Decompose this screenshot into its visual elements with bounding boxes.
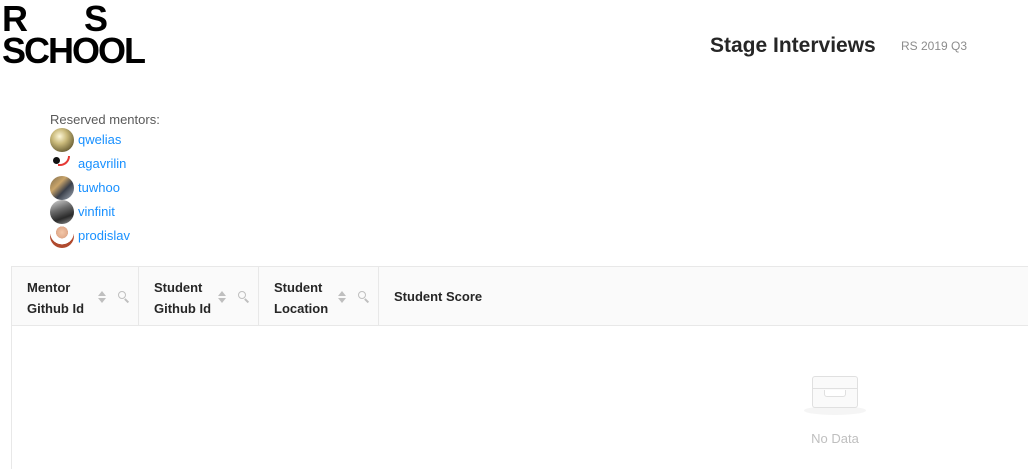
mentor-link-prodislav[interactable]: prodislav [78,224,130,248]
interviews-table: Mentor Github Id Student Github Id Stude… [11,266,1028,469]
page-title: Stage Interviews [710,34,876,57]
rs-school-logo[interactable]: R S SCHOOL [2,1,170,71]
reserved-mentors: Reserved mentors: qwelias agavrilin tuwh… [50,112,160,248]
empty-state: No Data [802,372,868,446]
mentor-item: agavrilin [50,152,160,176]
column-label: Mentor Github Id [27,280,85,316]
mentor-item: vinfinit [50,200,160,224]
sort-icon[interactable] [218,291,226,303]
column-label: Student Score [394,289,483,304]
avatar [50,176,74,200]
logo-word-school: SCHOOL [2,30,146,71]
table-body: No Data [12,326,1028,469]
column-label: Student Github Id [154,280,212,316]
reserved-mentors-label: Reserved mentors: [50,112,160,127]
avatar [50,152,74,176]
sort-icon[interactable] [98,291,106,303]
search-icon[interactable] [358,291,370,303]
mentor-item: tuwhoo [50,176,160,200]
column-header-student-location[interactable]: Student Location [259,267,379,325]
empty-text: No Data [811,431,859,446]
course-name: RS 2019 Q3 [901,39,968,53]
mentor-item: qwelias [50,128,160,152]
sort-icon[interactable] [338,291,346,303]
avatar [50,128,74,152]
column-header-student-github-id[interactable]: Student Github Id [139,267,259,325]
table-header: Mentor Github Id Student Github Id Stude… [12,267,1028,326]
mentor-link-agavrilin[interactable]: agavrilin [78,152,126,176]
mentor-item: prodislav [50,224,160,248]
column-header-student-score: Student Score [379,267,1028,325]
inbox-icon [802,372,868,416]
mentor-link-qwelias[interactable]: qwelias [78,128,121,152]
avatar [50,200,74,224]
column-label: Student Location [274,280,329,316]
mentor-link-vinfinit[interactable]: vinfinit [78,200,115,224]
column-header-mentor-github-id[interactable]: Mentor Github Id [12,267,139,325]
search-icon[interactable] [238,291,250,303]
search-icon[interactable] [118,291,130,303]
avatar [50,224,74,248]
mentor-link-tuwhoo[interactable]: tuwhoo [78,176,120,200]
